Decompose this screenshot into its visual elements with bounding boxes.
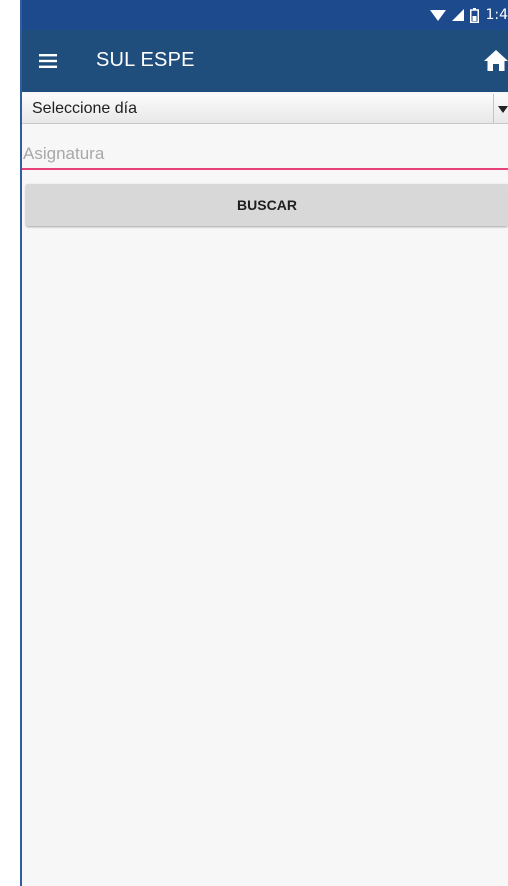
subject-input-wrapper: [22, 140, 508, 172]
day-spinner[interactable]: Seleccione día: [22, 94, 508, 124]
subject-input[interactable]: [22, 140, 508, 170]
status-bar: 1:4: [22, 0, 508, 30]
search-button[interactable]: BUSCAR: [26, 184, 508, 226]
day-spinner-selected: Seleccione día: [32, 100, 137, 117]
app-title: SUL ESPE: [96, 49, 195, 71]
app-screen: 1:4 SUL ESPE Seleccione día BUSCAR: [22, 0, 508, 886]
status-icons: 1:4: [430, 0, 508, 30]
signal-icon: [452, 9, 465, 21]
dropdown-arrow-icon[interactable]: [498, 103, 508, 115]
home-icon[interactable]: [484, 47, 508, 73]
hamburger-menu-icon[interactable]: [36, 48, 62, 74]
status-time: 1:4: [485, 7, 508, 23]
spinner-divider: [493, 94, 494, 123]
wifi-icon: [430, 9, 447, 21]
battery-icon: [470, 7, 480, 23]
app-toolbar: SUL ESPE: [22, 30, 508, 92]
